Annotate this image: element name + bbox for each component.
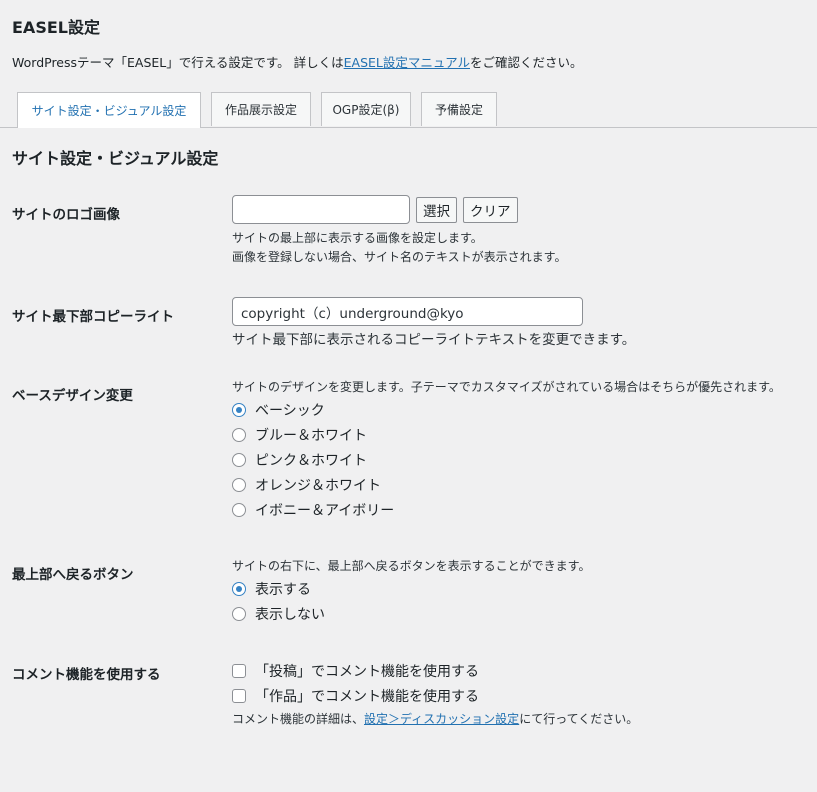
section-title: サイト設定・ビジュアル設定 <box>12 149 219 168</box>
radio-button[interactable] <box>232 606 246 621</box>
radio-button-checked[interactable] <box>232 581 246 596</box>
logo-label: サイトのロゴ画像 <box>12 207 120 223</box>
intro-text: WordPressテーマ「EASEL」で行える設定です。 詳しくはEASEL設定… <box>12 52 583 71</box>
logo-description-line1: サイトの最上部に表示する画像を設定します。 <box>232 231 483 245</box>
checkbox[interactable] <box>232 663 246 678</box>
design-option-orange-white[interactable]: オレンジ＆ホワイト <box>232 472 781 497</box>
back-to-top-option-label: 表示しない <box>255 606 325 623</box>
design-option-label: イボニー＆アイボリー <box>255 502 395 519</box>
copyright-label: サイト最下部コピーライト <box>12 309 174 325</box>
design-option-basic[interactable]: ベーシック <box>232 397 781 422</box>
checkbox[interactable] <box>232 688 246 703</box>
back-to-top-description: サイトの右下に、最上部へ戻るボタンを表示することができます。 <box>232 559 591 573</box>
design-option-label: ピンク＆ホワイト <box>255 452 367 469</box>
comments-label: コメント機能を使用する <box>12 667 161 683</box>
back-to-top-show-option[interactable]: 表示する <box>232 576 590 601</box>
comments-note-before: コメント機能の詳細は、 <box>232 712 365 726</box>
tab-ogp-settings[interactable]: OGP設定(β) <box>321 92 411 126</box>
page-title: EASEL設定 <box>12 18 100 37</box>
design-option-ebony-ivory[interactable]: イボニー＆アイボリー <box>232 497 781 522</box>
tab-works-display-settings[interactable]: 作品展示設定 <box>211 92 311 126</box>
tab-reserve-settings[interactable]: 予備設定 <box>421 92 497 126</box>
radio-button-checked[interactable] <box>232 402 246 417</box>
design-option-label: オレンジ＆ホワイト <box>255 477 381 494</box>
radio-button[interactable] <box>232 477 246 492</box>
design-option-pink-white[interactable]: ピンク＆ホワイト <box>232 447 781 472</box>
discussion-settings-link[interactable]: 設定＞ディスカッション設定 <box>364 712 519 726</box>
comments-works-option[interactable]: 「作品」でコメント機能を使用する <box>232 683 638 708</box>
design-option-label: ブルー＆ホワイト <box>255 427 367 444</box>
logo-field: 選択 クリア サイトの最上部に表示する画像を設定します。 画像を登録しない場合、… <box>232 195 566 267</box>
base-design-description: サイトのデザインを変更します。子テーマでカスタマイズがされている場合はそちらが優… <box>232 380 781 394</box>
comments-field: 「投稿」でコメント機能を使用する 「作品」でコメント機能を使用する コメント機能… <box>232 658 638 729</box>
logo-url-input[interactable] <box>232 195 410 224</box>
base-design-field: サイトのデザインを変更します。子テーマでカスタマイズがされている場合はそちらが優… <box>232 378 781 522</box>
intro-text-before: WordPressテーマ「EASEL」で行える設定です。 詳しくは <box>12 55 344 70</box>
comments-posts-option[interactable]: 「投稿」でコメント機能を使用する <box>232 658 638 683</box>
back-to-top-field: サイトの右下に、最上部へ戻るボタンを表示することができます。 表示する 表示しな… <box>232 557 590 626</box>
radio-button[interactable] <box>232 502 246 517</box>
copyright-input[interactable] <box>232 297 583 326</box>
design-option-label: ベーシック <box>255 402 325 419</box>
base-design-label: ベースデザイン変更 <box>12 388 133 404</box>
manual-link[interactable]: EASEL設定マニュアル <box>344 55 470 70</box>
design-option-blue-white[interactable]: ブルー＆ホワイト <box>232 422 781 447</box>
comments-option-label: 「作品」でコメント機能を使用する <box>255 688 479 705</box>
radio-button[interactable] <box>232 427 246 442</box>
copyright-field: サイト最下部に表示されるコピーライトテキストを変更できます。 <box>232 297 635 348</box>
comments-note-after: にて行ってください。 <box>519 712 639 726</box>
copyright-description: サイト最下部に表示されるコピーライトテキストを変更できます。 <box>232 332 636 348</box>
back-to-top-label: 最上部へ戻るボタン <box>12 567 134 583</box>
intro-text-after: をご確認ください。 <box>470 55 583 70</box>
comments-option-label: 「投稿」でコメント機能を使用する <box>255 663 479 680</box>
radio-button[interactable] <box>232 452 246 467</box>
logo-description-line2: 画像を登録しない場合、サイト名のテキストが表示されます。 <box>232 250 567 264</box>
logo-description: サイトの最上部に表示する画像を設定します。 画像を登録しない場合、サイト名のテキ… <box>232 229 566 267</box>
back-to-top-hide-option[interactable]: 表示しない <box>232 601 590 626</box>
select-image-button[interactable]: 選択 <box>416 196 457 223</box>
clear-image-button[interactable]: クリア <box>463 196 518 223</box>
tab-site-visual-settings[interactable]: サイト設定・ビジュアル設定 <box>17 92 201 128</box>
comments-note: コメント機能の詳細は、設定＞ディスカッション設定にて行ってください。 <box>232 710 638 729</box>
back-to-top-option-label: 表示する <box>255 581 311 598</box>
